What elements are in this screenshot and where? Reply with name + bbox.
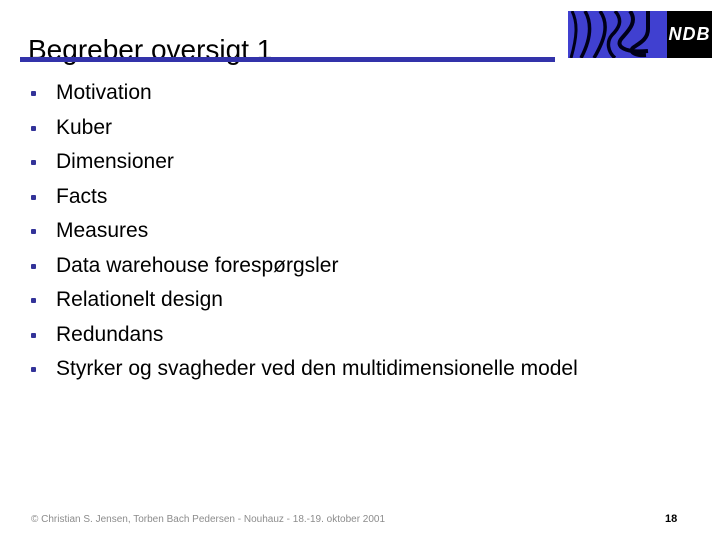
list-item: Redundans [22,318,692,353]
list-item-label: Relationelt design [56,288,223,311]
content-bullet-list: Motivation Kuber Dimensioner Facts Measu… [22,76,692,387]
list-item-label: Motivation [56,81,152,104]
bullet-icon [31,160,36,165]
footer-credit: © Christian S. Jensen, Torben Bach Peder… [31,514,386,525]
bullet-icon [31,91,36,96]
list-item-label: Data warehouse forespørgsler [56,253,339,277]
list-item-label: Styrker og svagheder ved den multidimens… [56,357,578,380]
list-item-label: Redundans [56,322,164,346]
list-item-label: Facts [56,184,108,208]
list-item: Dimensioner [22,145,692,180]
bullet-icon [31,194,36,200]
list-item: Measures [22,214,692,249]
logo-wave-graphic [568,11,667,58]
list-item: Styrker og svagheder ved den multidimens… [22,352,692,387]
list-item-label: Dimensioner [56,150,174,173]
bullet-icon [31,125,36,131]
list-item: Facts [22,180,692,215]
page-number: 18 [665,513,678,525]
bullet-icon [31,367,36,372]
list-item-label: Kuber [56,115,113,139]
bullet-icon [31,263,36,269]
list-item: Motivation [22,76,692,111]
bullet-icon [31,332,36,338]
ndb-logo: NDB [568,11,712,58]
list-item: Kuber [22,111,692,146]
list-item: Relationelt design [22,283,692,318]
bullet-icon [31,229,36,234]
title-divider [20,57,555,62]
list-item-label: Measures [56,219,149,242]
bullet-icon [31,298,36,303]
slide: Begreber oversigt 1 NDB Motivation Kuber [0,0,720,540]
logo-mark-text: NDB [667,11,712,58]
list-item: Data warehouse forespørgsler [22,249,692,284]
